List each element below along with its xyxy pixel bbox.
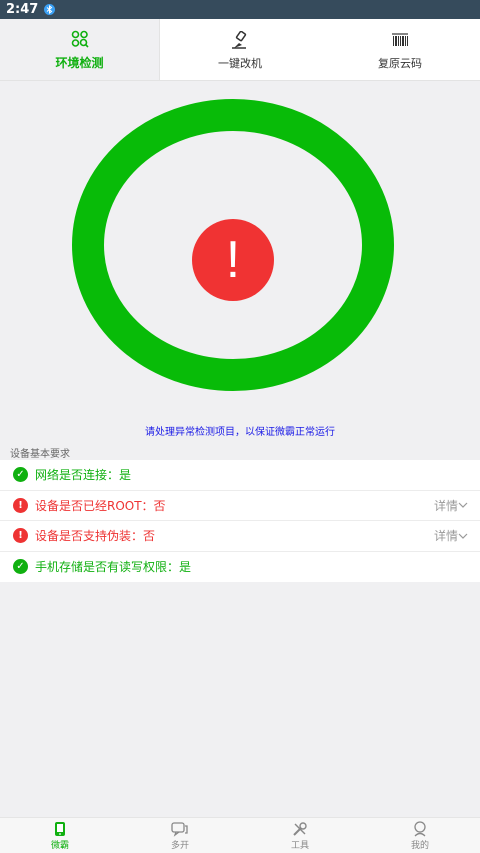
check-label: 网络是否连接：是 — [35, 468, 132, 483]
nav-label: 多开 — [170, 840, 189, 851]
check-ok-icon: ✓ — [13, 559, 28, 575]
warning-icon: ! — [13, 497, 28, 513]
nav-item-weiba[interactable]: 微霸 — [0, 818, 120, 853]
check-row-network: ✓ 网络是否连接：是 — [0, 460, 480, 491]
top-tabs: 环境检测 一键改机 复原云码 — [0, 19, 480, 81]
warning-icon: ! — [13, 528, 28, 544]
check-row-root[interactable]: ! 设备是否已经ROOT：否 详情 — [0, 491, 480, 521]
tab-label: 一键改机 — [218, 56, 262, 70]
env-check-icon — [71, 28, 89, 50]
tools-icon — [292, 821, 308, 837]
nav-label: 工具 — [290, 840, 309, 851]
nav-label: 微霸 — [50, 840, 69, 851]
tab-label: 环境检测 — [55, 56, 104, 70]
user-icon — [412, 820, 428, 837]
status-time: 2:47 — [6, 2, 39, 17]
alert-icon: ! — [192, 219, 274, 301]
tab-restore-code[interactable]: 复原云码 — [320, 19, 480, 80]
nav-item-multi[interactable]: 多开 — [120, 818, 240, 853]
hint-text: 请处理异常检测项目，以保证微霸正常运行 — [145, 427, 335, 438]
nav-label: 我的 — [410, 840, 429, 851]
nav-item-tools[interactable]: 工具 — [240, 818, 360, 853]
nav-item-mine[interactable]: 我的 — [360, 818, 480, 853]
barcode-icon — [391, 29, 409, 51]
tab-label: 复原云码 — [378, 56, 422, 70]
check-row-disguise[interactable]: ! 设备是否支持伪装：否 详情 — [0, 521, 480, 552]
section-title: 设备基本要求 — [10, 449, 70, 460]
detail-link[interactable]: 详情 — [434, 527, 468, 544]
phone-icon — [54, 821, 66, 837]
tab-one-click-modify[interactable]: 一键改机 — [160, 19, 320, 80]
chat-icon — [171, 821, 189, 837]
tab-env-check[interactable]: 环境检测 — [0, 19, 160, 80]
check-label: 设备是否已经ROOT：否 — [35, 498, 166, 513]
bluetooth-icon — [44, 4, 56, 15]
bottom-nav: 微霸 多开 工具 我的 — [0, 817, 480, 853]
check-row-storage: ✓ 手机存储是否有读写权限：是 — [0, 552, 480, 583]
check-label: 手机存储是否有读写权限：是 — [35, 560, 192, 575]
check-ok-icon: ✓ — [13, 467, 28, 483]
brush-icon — [231, 29, 249, 51]
check-label: 设备是否支持伪装：否 — [35, 529, 156, 544]
chevron-down-icon — [458, 502, 468, 509]
status-bar: 2:47 — [0, 0, 480, 19]
check-list: ✓ 网络是否连接：是 ! 设备是否已经ROOT：否 详情 ! 设备是否支持伪装：… — [0, 460, 480, 582]
chevron-down-icon — [458, 533, 468, 539]
detail-link[interactable]: 详情 — [434, 497, 468, 514]
